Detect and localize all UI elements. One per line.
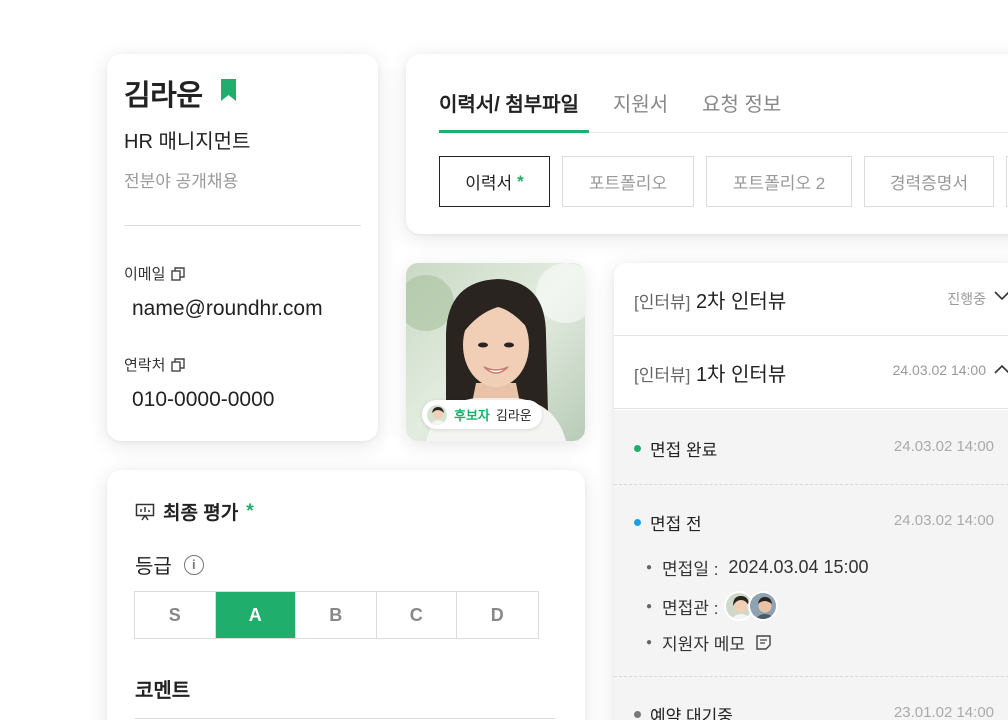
divider	[124, 225, 361, 226]
status-label: 면접 전	[650, 515, 702, 534]
tab-bar: 이력서/ 첨부파일 지원서 요청 정보	[439, 88, 781, 117]
interview-type: [인터뷰]	[634, 366, 691, 385]
chevron-up-icon[interactable]	[994, 364, 1008, 374]
grade-option-s[interactable]: S	[135, 592, 216, 638]
phone-label: 연락처	[124, 357, 166, 374]
status-reservation-pending: 예약 대기중	[634, 702, 733, 720]
candidate-department: HR 매니지먼트	[124, 131, 251, 153]
interview-title: [인터뷰] 1차 인터뷰	[634, 358, 786, 387]
tab-requested-info[interactable]: 요청 정보	[702, 88, 781, 117]
document-tabs-card: 이력서/ 첨부파일 지원서 요청 정보 이력서 * 포트폴리오 포트폴리오 2 …	[406, 54, 1008, 234]
bullet: ●	[646, 562, 653, 573]
interview-title: [인터뷰] 2차 인터뷰	[634, 285, 786, 314]
evaluation-title: 최종 평가	[163, 503, 239, 524]
email-label: 이메일	[124, 266, 166, 283]
avatar	[426, 403, 448, 426]
grade-option-b[interactable]: B	[296, 592, 377, 638]
interview-date-label: 면접일 :	[662, 560, 719, 579]
status-time: 24.03.02 14:00	[893, 438, 994, 455]
applicant-memo-label: 지원자 메모	[662, 635, 745, 654]
doc-chip-label: 포트폴리오	[588, 174, 668, 193]
required-mark: *	[517, 171, 524, 191]
status-dot	[634, 445, 641, 452]
grade-option-a[interactable]: A	[215, 592, 296, 638]
interview-name: 1차 인터뷰	[695, 364, 787, 386]
interview-row-1st[interactable]: [인터뷰] 1차 인터뷰 24.03.02 14:00	[614, 336, 1008, 409]
final-evaluation-card: 최종 평가 * 등급 i S A B C D 코멘트	[107, 470, 585, 720]
interview-timeline-card: [인터뷰] 2차 인터뷰 진행중 [인터뷰] 1차 인터뷰 24.03.02 1…	[614, 263, 1008, 720]
copy-icon[interactable]	[171, 357, 186, 372]
evaluation-title-row: 최종 평가 *	[135, 498, 254, 525]
grade-selector: S A B C D	[134, 591, 539, 639]
doc-chip-portfolio-2[interactable]: 포트폴리오 2	[706, 156, 852, 207]
comment-label: 코멘트	[135, 680, 191, 702]
doc-chip-label: 경력증명서	[889, 174, 969, 193]
interview-detail-panel: 면접 완료 24.03.02 14:00 면접 전 24.03.02 14:00…	[614, 410, 1008, 720]
interview-type: [인터뷰]	[634, 293, 691, 312]
status-dot	[634, 711, 641, 718]
interviewer-row: ● 면접관 :	[646, 591, 779, 621]
candidate-badge: 후보자 김라운	[422, 400, 542, 429]
grade-label: 등급	[135, 556, 172, 578]
interview-name: 2차 인터뷰	[695, 291, 787, 313]
status-before-interview: 면접 전	[634, 510, 702, 535]
active-tab-indicator	[439, 130, 589, 133]
memo-icon[interactable]	[755, 634, 772, 651]
interviewer-avatars	[724, 591, 779, 621]
status-label: 면접 완료	[650, 441, 718, 460]
candidate-recruit-type: 전분야 공개채용	[124, 172, 239, 191]
grade-label-row: 등급 i	[135, 550, 204, 579]
avatar[interactable]	[748, 591, 779, 621]
candidate-badge-name: 김라운	[495, 408, 532, 423]
divider	[614, 484, 1008, 485]
candidate-profile-card: 김라운 HR 매니지먼트 전분야 공개채용 이메일 name@roundhr.c…	[107, 54, 378, 441]
presentation-icon	[135, 503, 155, 520]
interview-date-row: ● 면접일 : 2024.03.04 15:00	[646, 555, 869, 580]
email-label-row: 이메일	[124, 263, 186, 284]
interviewer-label: 면접관 :	[662, 598, 719, 618]
bookmark-icon[interactable]	[220, 78, 237, 102]
divider	[614, 676, 1008, 677]
status-dot	[634, 519, 641, 526]
doc-chip-label: 이력서	[465, 174, 513, 193]
chevron-down-icon[interactable]	[994, 291, 1008, 301]
email-value: name@roundhr.com	[132, 297, 323, 320]
status-label: 예약 대기중	[650, 707, 733, 720]
applicant-memo-row[interactable]: ● 지원자 메모	[646, 630, 772, 655]
interview-status: 진행중	[947, 291, 986, 307]
doc-chip-label: 포트폴리오 2	[732, 174, 826, 193]
document-chip-row: 이력서 * 포트폴리오 포트폴리오 2 경력증명서	[439, 156, 1008, 207]
info-icon[interactable]: i	[183, 554, 204, 575]
tab-resume-attachments[interactable]: 이력서/ 첨부파일	[439, 88, 579, 117]
candidate-photo: 후보자 김라운	[406, 263, 585, 441]
grade-option-d[interactable]: D	[457, 592, 538, 638]
status-completed: 면접 완료	[634, 436, 717, 461]
copy-icon[interactable]	[171, 266, 186, 281]
interview-date-value: 2024.03.04 15:00	[728, 557, 869, 577]
status-time: 24.03.02 14:00	[893, 512, 994, 529]
doc-chip-career-certificate[interactable]: 경력증명서	[864, 156, 994, 207]
grade-option-c[interactable]: C	[377, 592, 457, 638]
candidate-name: 김라운	[124, 80, 203, 112]
doc-chip-portfolio[interactable]: 포트폴리오	[562, 156, 694, 207]
status-time: 23.01.02 14:00	[893, 704, 994, 720]
doc-chip-resume[interactable]: 이력서 *	[439, 156, 550, 207]
candidate-tag: 후보자	[454, 408, 490, 423]
bullet: ●	[646, 637, 653, 648]
required-mark: *	[246, 500, 254, 522]
phone-label-row: 연락처	[124, 354, 186, 375]
tab-application[interactable]: 지원서	[613, 88, 668, 117]
interview-datetime: 24.03.02 14:00	[892, 362, 986, 378]
interview-row-2nd[interactable]: [인터뷰] 2차 인터뷰 진행중	[614, 263, 1008, 336]
comment-input[interactable]	[135, 718, 555, 719]
phone-value: 010-0000-0000	[132, 388, 275, 411]
bullet: ●	[646, 600, 653, 612]
